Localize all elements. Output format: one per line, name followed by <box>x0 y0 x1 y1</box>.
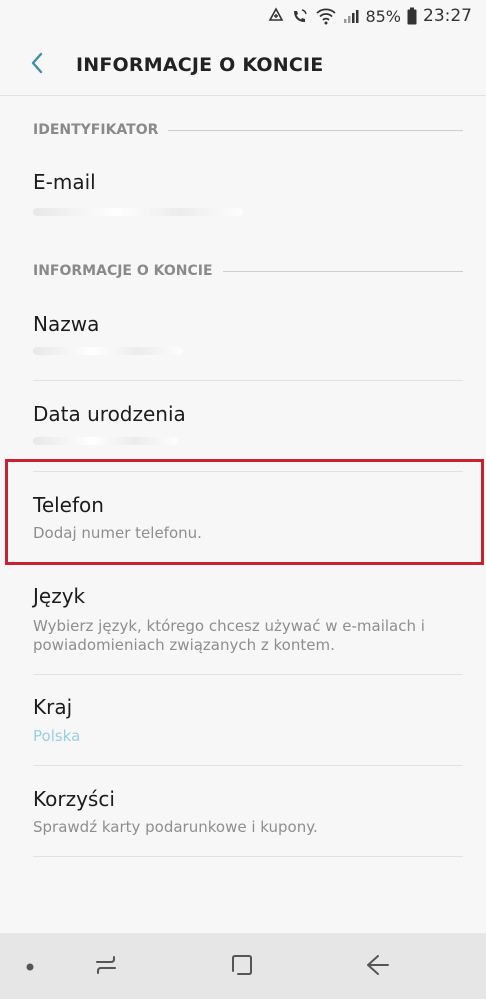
status-bar: 85% 23:27 <box>0 0 486 34</box>
language-item[interactable]: Język Wybierz język, którego chcesz używ… <box>0 568 486 674</box>
section-divider <box>168 129 463 131</box>
country-title: Kraj <box>33 695 73 719</box>
chevron-left-icon <box>29 51 45 79</box>
language-subtitle-line1: Wybierz język, którego chcesz używać w e… <box>33 617 425 635</box>
back-nav-button[interactable] <box>358 947 398 987</box>
app-bar: INFORMACJE O KONCIE <box>0 34 486 96</box>
language-subtitle-line2: powiadomieniach związanych z kontem. <box>33 636 335 654</box>
dot-icon <box>10 947 50 987</box>
section-label: IDENTYFIKATOR <box>33 122 159 138</box>
email-title: E-mail <box>33 170 96 194</box>
benefits-title: Korzyści <box>33 787 115 811</box>
email-item[interactable]: E-mail <box>0 150 486 246</box>
wifi-icon <box>315 7 337 25</box>
section-header-identyfikator: IDENTYFIKATOR <box>33 120 463 140</box>
section-header-informacje: INFORMACJE O KONCIE <box>33 261 463 281</box>
signal-icon <box>343 8 359 24</box>
birthdate-title: Data urodzenia <box>33 402 186 426</box>
recents-button[interactable] <box>86 947 126 987</box>
section-divider <box>222 270 463 272</box>
benefits-item[interactable]: Korzyści Sprawdź karty podarunkowe i kup… <box>0 766 486 856</box>
highlight-box <box>5 459 484 565</box>
battery-icon <box>407 7 417 25</box>
name-title: Nazwa <box>33 312 100 336</box>
home-button[interactable] <box>222 947 262 987</box>
navigation-bar <box>0 933 486 999</box>
page-title: INFORMACJE O KONCIE <box>76 54 324 76</box>
back-arrow-icon <box>365 953 391 981</box>
back-button[interactable] <box>18 48 56 82</box>
home-icon <box>230 953 254 981</box>
birthdate-value-redacted <box>33 437 178 445</box>
sync-icon <box>267 7 285 25</box>
benefits-subtitle: Sprawdź karty podarunkowe i kupony. <box>33 818 318 836</box>
email-value-redacted <box>33 208 243 216</box>
section-label: INFORMACJE O KONCIE <box>33 263 213 279</box>
language-title: Język <box>33 584 86 608</box>
country-value: Polska <box>33 727 81 745</box>
country-item[interactable]: Kraj Polska <box>0 675 486 765</box>
divider <box>33 856 463 857</box>
birthdate-item[interactable]: Data urodzenia <box>0 381 486 471</box>
name-item[interactable]: Nazwa <box>0 292 486 380</box>
status-icons: 85% 23:27 <box>267 6 472 26</box>
wifi-calling-icon <box>291 7 309 25</box>
recents-icon <box>93 954 119 980</box>
name-value-redacted <box>33 347 183 355</box>
clock: 23:27 <box>423 6 472 26</box>
battery-percent: 85% <box>365 6 401 26</box>
